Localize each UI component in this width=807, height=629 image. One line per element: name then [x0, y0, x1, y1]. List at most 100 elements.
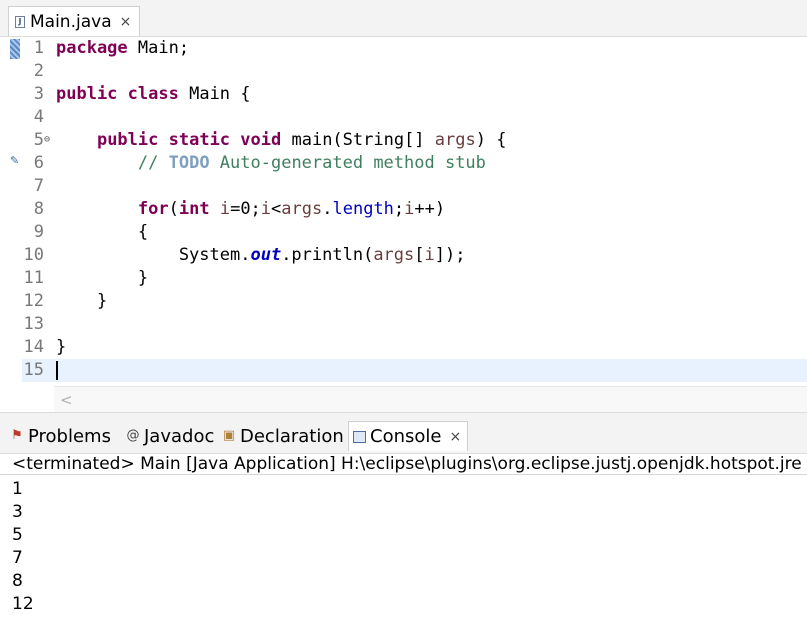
code-text: public static void main(String[] args) {: [56, 129, 507, 152]
console-output-line: 8: [12, 571, 23, 591]
line-number: 2: [33, 61, 44, 81]
line-number: 11: [23, 268, 44, 288]
code-token: public: [96, 130, 159, 150]
code-line[interactable]: 6 // TODO Auto-generated method stub: [22, 152, 807, 175]
code-token: .println(: [281, 245, 374, 265]
editor-tab-bar: J Main.java ×: [0, 0, 807, 37]
line-number: 8: [33, 199, 44, 219]
code-text: // TODO Auto-generated method stub: [56, 152, 486, 175]
code-token: (: [168, 199, 179, 219]
code-token: <: [271, 199, 282, 219]
code-token: void: [240, 130, 282, 150]
code-line[interactable]: 12 }: [22, 290, 807, 313]
code-line[interactable]: 15: [22, 359, 807, 382]
code-line[interactable]: 1 package Main;: [22, 37, 807, 60]
code-token: args: [281, 199, 323, 219]
close-icon[interactable]: ×: [120, 14, 132, 30]
code-line[interactable]: 10 System.out.println(args[i]);: [22, 244, 807, 267]
console-output-line: 3: [12, 502, 23, 522]
vertical-ruler: ✎: [8, 37, 22, 383]
code-text: for(int i=0;i<args.length;i++): [56, 198, 445, 221]
code-line[interactable]: 5 ⊖ public static void main(String[] args…: [22, 129, 807, 152]
line-number: 5: [33, 130, 44, 150]
code-line[interactable]: 3 public class Main {: [22, 83, 807, 106]
horizontal-scrollbar[interactable]: <: [54, 386, 807, 415]
code-token: out: [250, 245, 282, 265]
line-number: 3: [33, 84, 44, 104]
code-token: for: [137, 199, 169, 219]
code-text: {: [56, 221, 148, 244]
code-token: args: [434, 130, 476, 150]
code-token: class: [127, 84, 179, 104]
tab-console[interactable]: Console ×: [348, 421, 469, 451]
code-editor[interactable]: ✎ 1 package Main; 2 3 public class Main {4 5 ⊖…: [0, 37, 807, 415]
scroll-left-arrow-icon[interactable]: <: [60, 391, 73, 409]
code-token: [: [414, 245, 425, 265]
code-line[interactable]: 14}: [22, 336, 807, 359]
bottom-panel-tab-bar: ⚑ Problems @ Javadoc ▣ Declaration Conso…: [0, 412, 807, 454]
line-number: 12: [23, 291, 44, 311]
code-token: System.: [56, 245, 251, 265]
editor-tab-main-java[interactable]: J Main.java ×: [8, 6, 140, 36]
line-number: 6: [33, 153, 44, 173]
line-number: 15: [23, 360, 44, 380]
code-text: package Main;: [56, 37, 189, 60]
line-number: 9: [33, 222, 44, 242]
code-token: Main {: [178, 84, 251, 104]
task-marker-icon: ✎: [10, 154, 20, 167]
code-token: TODO: [168, 153, 210, 173]
code-token: Auto-generated method stub: [209, 153, 486, 173]
code-token: {: [56, 222, 149, 242]
line-number: 1: [33, 38, 44, 58]
problems-icon: ⚑: [11, 428, 23, 443]
code-line[interactable]: 11 }: [22, 267, 807, 290]
tab-problems-label: Problems: [28, 425, 111, 447]
code-token: package: [56, 38, 128, 58]
tab-console-label: Console: [370, 426, 442, 447]
code-token: i: [260, 199, 272, 219]
line-number: 7: [33, 176, 44, 196]
console-output[interactable]: 1 3 5 7 8 12: [12, 478, 792, 616]
declaration-icon: ▣: [222, 428, 236, 443]
code-token: main(String[]: [281, 130, 435, 150]
tab-javadoc-label: Javadoc: [144, 425, 215, 447]
javadoc-icon: @: [126, 428, 140, 443]
code-line[interactable]: 4: [22, 106, 807, 129]
java-file-icon: J: [15, 15, 25, 28]
close-icon[interactable]: ×: [449, 429, 461, 445]
code-token: static: [168, 130, 231, 150]
code-token: ++): [414, 199, 446, 219]
editor-tab-label: Main.java: [30, 11, 112, 32]
code-token: i: [404, 199, 415, 219]
code-line[interactable]: 7: [22, 175, 807, 198]
code-token: }: [56, 337, 67, 357]
code-line[interactable]: 8 for(int i=0;i<args.length;i++): [22, 198, 807, 221]
code-token: public: [56, 84, 118, 104]
line-number: 14: [23, 337, 44, 357]
code-text: }: [56, 290, 107, 313]
line-number: 13: [23, 314, 44, 334]
code-token: }: [56, 268, 149, 288]
code-token: i: [219, 199, 231, 219]
code-text: }: [56, 267, 148, 290]
code-token: }: [56, 291, 108, 311]
code-line[interactable]: 13: [22, 313, 807, 336]
tab-declaration[interactable]: ▣ Declaration: [222, 421, 344, 451]
code-line[interactable]: 9 {: [22, 221, 807, 244]
code-token: ]);: [434, 245, 466, 265]
console-output-line: 7: [12, 548, 23, 568]
code-line[interactable]: 2: [22, 60, 807, 83]
code-token: //: [137, 153, 169, 173]
code-text: System.out.println(args[i]);: [56, 244, 466, 267]
tab-javadoc[interactable]: @ Javadoc: [126, 421, 215, 451]
code-token: length: [332, 199, 394, 219]
tab-problems[interactable]: ⚑ Problems: [10, 421, 111, 451]
fold-collapse-icon[interactable]: ⊖: [44, 128, 50, 151]
line-number: 10: [23, 245, 44, 265]
